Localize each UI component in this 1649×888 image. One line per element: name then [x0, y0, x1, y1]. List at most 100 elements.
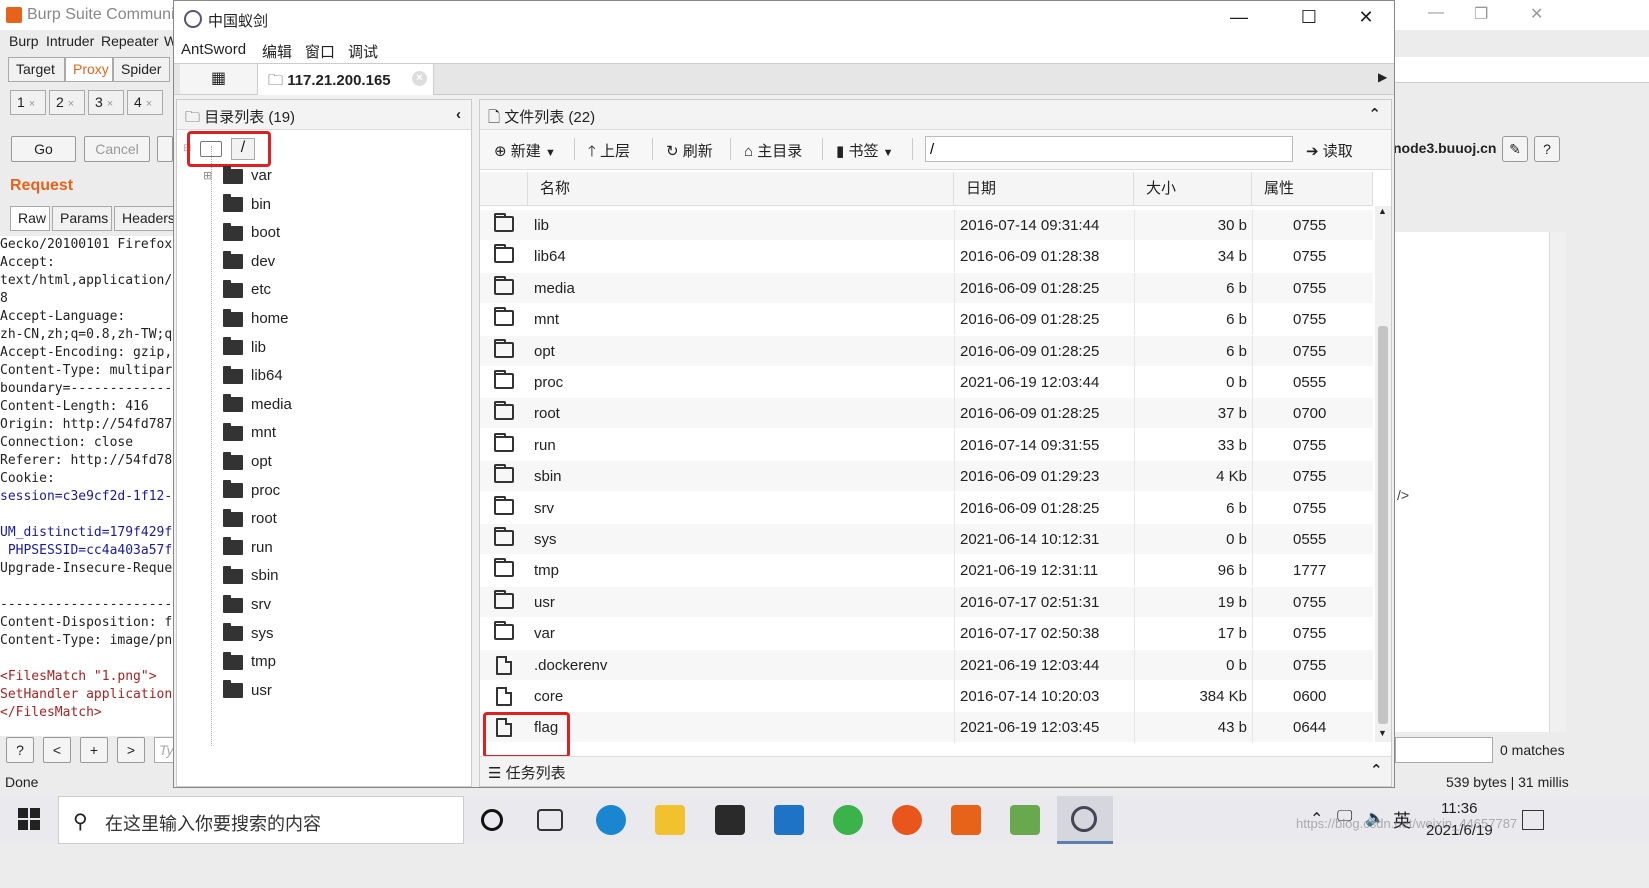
home-dir-button[interactable]: ⌂ 主目录 [744, 140, 802, 161]
repeater-tab-3[interactable]: 3 × [88, 90, 124, 115]
burp-menu-burp[interactable]: Burp [9, 33, 39, 49]
file-row[interactable]: var 2016-07-17 02:50:38 17 b 0755 [480, 618, 1373, 650]
tree-item-etc[interactable]: etc [223, 279, 271, 309]
taskbar-search[interactable]: ⚲ 在这里输入你要搜索的内容 [58, 796, 464, 844]
file-row[interactable]: flag 2021-06-19 12:03:45 43 b 0644 [480, 712, 1373, 744]
close-icon[interactable]: × [29, 98, 35, 110]
collapse-left-icon[interactable]: ‹ [456, 106, 461, 123]
menu-window[interactable]: 窗口 [305, 41, 335, 62]
tree-item-var[interactable]: ⊞ var [203, 165, 272, 195]
req-tab-headers[interactable]: Headers [114, 206, 175, 231]
target-help-button[interactable]: ? [1534, 136, 1560, 162]
tree-item-root[interactable]: root [223, 508, 277, 538]
burp-close-button[interactable]: ✕ [1530, 4, 1543, 24]
antsword-taskbar-item[interactable] [1057, 796, 1113, 844]
repeater-tab-1[interactable]: 1 × [10, 90, 46, 115]
tab-scroll-right-icon[interactable]: ▶ [1378, 70, 1387, 84]
close-button[interactable]: ✕ [1346, 7, 1386, 28]
minimize-button[interactable]: — [1219, 7, 1259, 28]
edit-target-button[interactable]: ✎ [1502, 136, 1528, 162]
file-row[interactable]: lib64 2016-06-09 01:28:38 34 b 0755 [480, 241, 1373, 273]
file-scrollbar[interactable]: ▲ ▼ [1375, 206, 1391, 742]
burp-restore-button[interactable]: ❐ [1474, 4, 1488, 24]
home-tab[interactable]: ▦ [180, 64, 258, 94]
cortana-icon[interactable] [481, 809, 503, 831]
path-input[interactable] [925, 136, 1293, 162]
tree-item-tmp[interactable]: tmp [223, 651, 276, 681]
browser-e-icon[interactable] [833, 805, 863, 835]
burp-tab-spider[interactable]: Spider [113, 57, 170, 82]
response-search-input[interactable] [1395, 737, 1493, 763]
tree-item-lib[interactable]: lib [223, 337, 266, 367]
file-explorer-icon[interactable] [655, 805, 685, 835]
clock-time[interactable]: 11:36 [1441, 800, 1477, 817]
file-row[interactable]: sbin 2016-06-09 01:29:23 4 Kb 0755 [480, 461, 1373, 493]
tree-item-usr[interactable]: usr [223, 680, 272, 710]
prev-match-button[interactable]: < [43, 737, 71, 763]
close-icon[interactable]: × [68, 98, 74, 110]
go-button[interactable]: Go [11, 136, 76, 162]
help-button[interactable]: ? [6, 737, 34, 763]
scrollbar-thumb[interactable] [1378, 326, 1388, 724]
file-row[interactable]: lib 2016-07-14 09:31:44 30 b 0755 [480, 210, 1373, 241]
tree-item-run[interactable]: run [223, 537, 273, 567]
up-button[interactable]: 🡑 上层 [588, 140, 630, 166]
prev-button[interactable] [157, 136, 173, 162]
file-row[interactable]: root 2016-06-09 01:28:25 37 b 0700 [480, 398, 1373, 430]
file-row[interactable]: opt 2016-06-09 01:28:25 6 b 0755 [480, 335, 1373, 367]
next-match-button[interactable]: > [117, 737, 145, 763]
tree-item-sbin[interactable]: sbin [223, 565, 279, 595]
file-row[interactable]: sys 2021-06-14 10:12:31 0 b 0555 [480, 524, 1373, 555]
edge-icon[interactable] [596, 805, 626, 835]
request-editor[interactable]: Gecko/20100101 Firefox/Accept: text/html,… [0, 236, 176, 736]
response-scrollbar[interactable] [1549, 232, 1566, 732]
column-name[interactable]: 名称 [528, 172, 954, 206]
repeater-tab-4[interactable]: 4 × [127, 90, 163, 115]
tree-item-proc[interactable]: proc [223, 480, 280, 510]
burp-tab-target[interactable]: Target [8, 57, 65, 82]
firefox-icon[interactable] [892, 805, 922, 835]
menu-edit[interactable]: 编辑 [262, 41, 292, 62]
tree-item-mnt[interactable]: mnt [223, 422, 276, 452]
file-row[interactable]: tmp 2021-06-19 12:31:11 96 b 1777 [480, 555, 1373, 587]
req-tab-params[interactable]: Params [52, 206, 112, 231]
search-input[interactable]: Ty [154, 737, 174, 763]
column-size[interactable]: 大小 [1134, 172, 1252, 206]
file-row[interactable]: mnt 2016-06-09 01:28:25 6 b 0755 [480, 304, 1373, 336]
file-row[interactable]: srv 2016-06-09 01:28:25 6 b 0755 [480, 492, 1373, 524]
tree-item-opt[interactable]: opt [223, 451, 272, 481]
scroll-up-icon[interactable]: ▲ [1378, 206, 1387, 216]
burp-menu-repeater[interactable]: Repeater [101, 33, 159, 49]
burp-tab-proxy[interactable]: Proxy [65, 57, 113, 82]
mail-icon[interactable] [774, 805, 804, 835]
tree-item-boot[interactable]: boot [223, 222, 280, 252]
tree-item-home[interactable]: home [223, 308, 289, 338]
task-list-bar[interactable]: ☰ 任务列表 ⌃ [480, 756, 1391, 786]
tree-expand-icon[interactable]: ⊞ [203, 169, 212, 182]
task-view-icon[interactable] [537, 809, 563, 831]
add-button[interactable]: + [80, 737, 108, 763]
tree-item-srv[interactable]: srv [223, 594, 271, 624]
tree-item-bin[interactable]: bin [223, 194, 271, 224]
tab-session[interactable]: 🗀 117.21.200.165 × [258, 64, 434, 95]
collapse-up-icon[interactable]: ⌃ [1368, 105, 1381, 123]
file-row[interactable]: usr 2016-07-17 02:51:31 19 b 0755 [480, 586, 1373, 618]
bookmark-button[interactable]: ▮ 书签 ▼ [836, 140, 894, 161]
burp-minimize-button[interactable]: — [1428, 4, 1444, 22]
column-date[interactable]: 日期 [954, 172, 1134, 206]
tree-item-sys[interactable]: sys [223, 623, 274, 653]
file-row[interactable]: media 2016-06-09 01:28:25 6 b 0755 [480, 272, 1373, 304]
repeater-tab-2[interactable]: 2 × [49, 90, 85, 115]
maximize-button[interactable]: ☐ [1289, 7, 1329, 28]
close-tab-icon[interactable]: × [412, 71, 427, 86]
close-icon[interactable]: × [146, 98, 152, 110]
read-button[interactable]: ➔ 读取 [1306, 140, 1353, 161]
req-tab-raw[interactable]: Raw [10, 206, 50, 231]
menu-antsword[interactable]: AntSword [181, 41, 246, 58]
new-button[interactable]: ⊕ 新建 ▼ [494, 140, 556, 161]
notepad-icon[interactable] [1010, 805, 1040, 835]
file-row[interactable]: .dockerenv 2021-06-19 12:03:44 0 b 0755 [480, 649, 1373, 681]
file-row[interactable]: proc 2021-06-19 12:03:44 0 b 0555 [480, 367, 1373, 398]
refresh-button[interactable]: ↻ 刷新 [666, 140, 713, 161]
expand-up-icon[interactable]: ⌃ [1370, 761, 1383, 779]
